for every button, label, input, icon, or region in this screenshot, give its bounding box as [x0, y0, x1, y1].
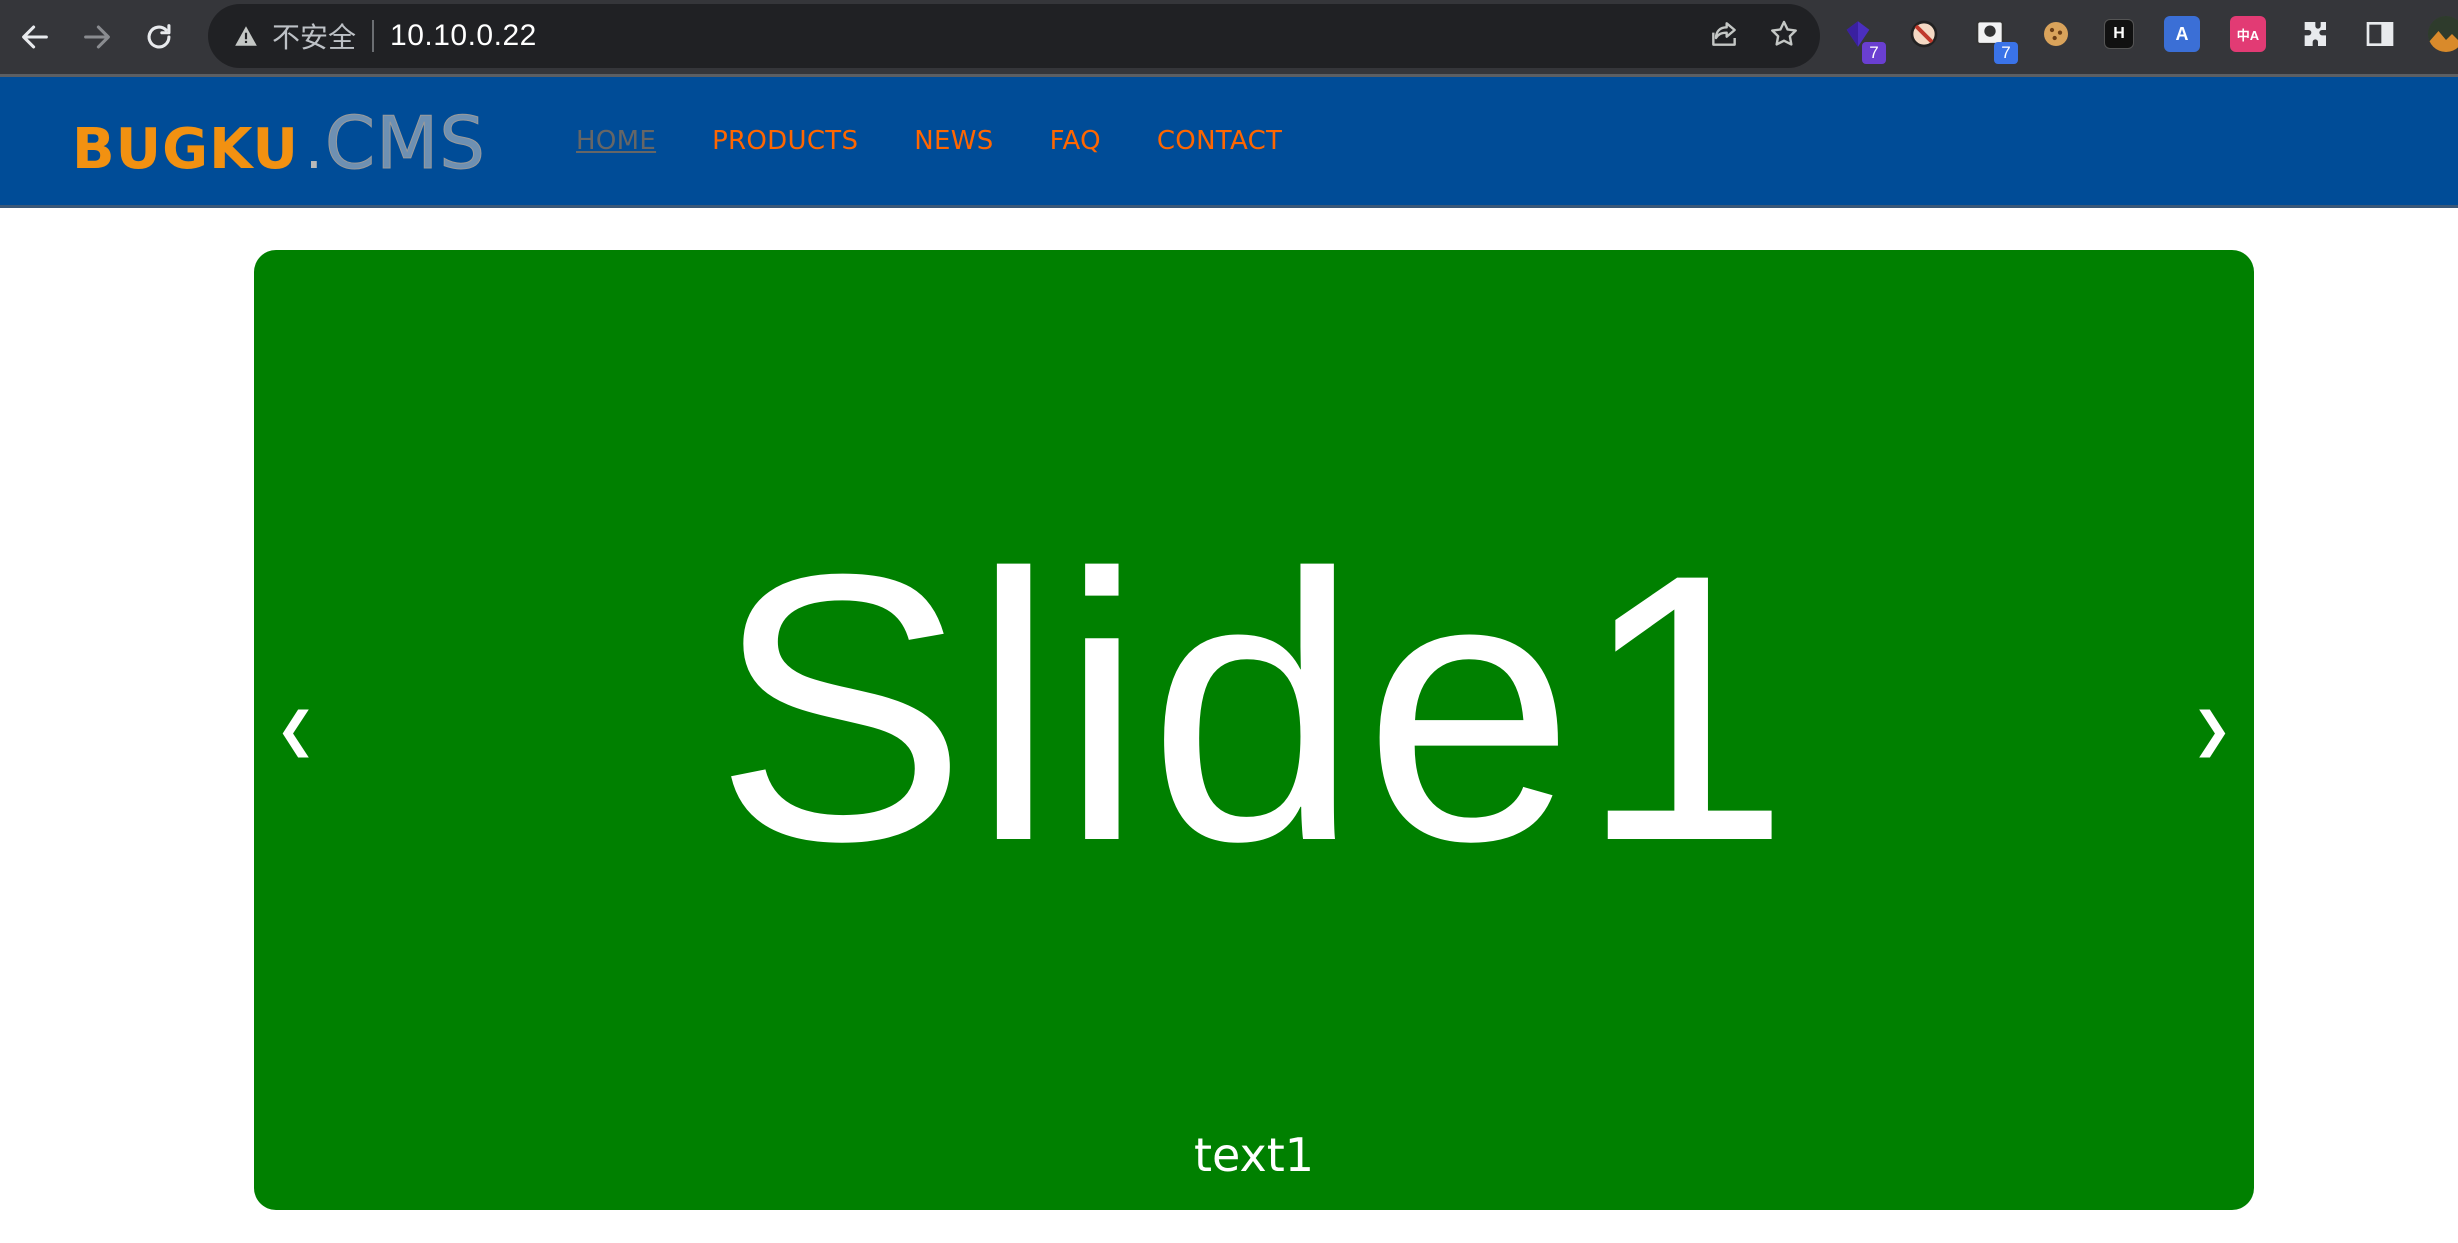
- side-panel-icon[interactable]: [2362, 16, 2398, 52]
- slider-next-button[interactable]: ❯: [2182, 690, 2242, 770]
- slide-caption: text1: [1193, 1128, 1315, 1182]
- extensions-tray: 7 7 H A 中A: [1840, 0, 2458, 68]
- cookie-extension-icon[interactable]: [2038, 16, 2074, 52]
- reload-button[interactable]: [128, 6, 190, 68]
- blocked-circle-extension-icon[interactable]: [1906, 16, 1942, 52]
- site-header: BUGKU . CMS HOME PRODUCTS NEWS FAQ CONTA…: [0, 74, 2458, 208]
- monitor-extension-icon[interactable]: 7: [1972, 16, 2018, 64]
- reload-icon: [147, 24, 171, 49]
- address-separator: [372, 20, 375, 52]
- purple-gem-extension-icon[interactable]: 7: [1840, 16, 1886, 64]
- forward-button[interactable]: [66, 6, 128, 68]
- logo-bold-text: BUGKU: [72, 117, 300, 182]
- nav-link-faq[interactable]: FAQ: [1050, 126, 1101, 156]
- extension-badge: 7: [1994, 42, 2018, 64]
- h-box-extension-icon[interactable]: H: [2104, 19, 2134, 49]
- main-navigation: HOME PRODUCTS NEWS FAQ CONTACT: [576, 77, 1282, 205]
- translate-extension-icon[interactable]: A: [2164, 16, 2200, 52]
- puzzle-extensions-icon[interactable]: [2296, 16, 2332, 52]
- chinese-translate-extension-icon[interactable]: 中A: [2230, 16, 2266, 52]
- logo-dot: .: [305, 117, 323, 182]
- share-icon[interactable]: [1708, 18, 1740, 55]
- arrow-right-icon: [84, 25, 110, 49]
- slider-prev-button[interactable]: ❮: [266, 690, 326, 770]
- chinese-translate-label: 中A: [2236, 27, 2260, 43]
- arrow-left-icon: [22, 25, 48, 49]
- nav-link-contact[interactable]: CONTACT: [1157, 126, 1282, 156]
- back-button[interactable]: [4, 6, 66, 68]
- nav-link-home[interactable]: HOME: [576, 126, 656, 156]
- translate-label: A: [2175, 23, 2189, 44]
- site-logo[interactable]: BUGKU . CMS: [72, 101, 486, 186]
- h-box-label: H: [2113, 25, 2125, 42]
- slide-heading: Slide1: [713, 495, 1795, 920]
- url-text[interactable]: 10.10.0.22: [390, 19, 537, 53]
- security-status-label[interactable]: 不安全: [272, 16, 356, 56]
- bookmark-star-icon[interactable]: [1768, 18, 1800, 55]
- logo-light-text: CMS: [324, 101, 486, 186]
- address-bar-actions: [1708, 4, 1800, 68]
- nav-link-products[interactable]: PRODUCTS: [712, 126, 858, 156]
- extension-badge: 7: [1862, 42, 1886, 64]
- nav-link-news[interactable]: NEWS: [914, 126, 993, 156]
- address-bar[interactable]: 不安全 10.10.0.22: [208, 4, 1820, 68]
- profile-avatar-icon[interactable]: [2428, 16, 2458, 52]
- browser-toolbar: 不安全 10.10.0.22 7 7 H A 中A: [0, 0, 2458, 74]
- image-slider: Slide1 text1 ❮ ❯: [254, 250, 2254, 1210]
- warning-triangle-icon[interactable]: [232, 22, 260, 50]
